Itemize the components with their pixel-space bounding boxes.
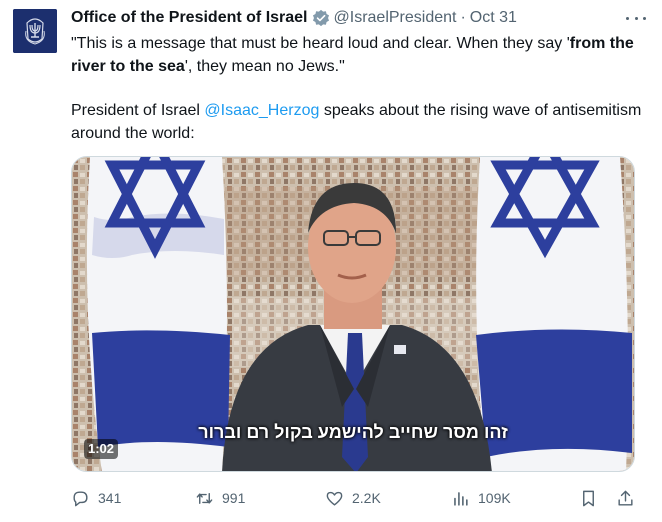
views-button[interactable]: 109K xyxy=(451,489,511,508)
video-subtitle: זהו מסר שחייב להישמע בקול רם וברור xyxy=(198,422,508,442)
like-button[interactable]: 2.2K xyxy=(325,489,381,508)
like-count: 2.2K xyxy=(352,490,381,506)
tweet-text: "This is a message that must be heard lo… xyxy=(71,32,650,145)
reply-button[interactable]: 341 xyxy=(71,489,121,508)
tweet-description: President of Israel @Isaac_Herzog speaks… xyxy=(71,102,642,142)
mention-link[interactable]: @Isaac_Herzog xyxy=(204,102,319,119)
views-chart-icon xyxy=(454,491,468,506)
separator-dot: · xyxy=(460,9,466,26)
avatar[interactable] xyxy=(13,9,57,53)
tweet-header: Office of the President of Israel @Israe… xyxy=(71,6,650,30)
tweet-actions: 341 991 2.2K 109K xyxy=(71,484,635,512)
author-name[interactable]: Office of the President of Israel xyxy=(71,9,308,27)
menorah-emblem-icon xyxy=(13,9,57,53)
heart-icon xyxy=(326,491,343,506)
tweet-quote: "This is a message that must be heard lo… xyxy=(71,35,634,75)
tweet-body: Office of the President of Israel @Israe… xyxy=(71,6,650,145)
gray-verified-badge-icon[interactable] xyxy=(312,9,330,27)
video-duration: 1:02 xyxy=(84,439,119,459)
retweet-icon xyxy=(196,492,213,504)
reply-icon xyxy=(73,490,88,506)
video-player[interactable]: זהו מסר שחייב להישמע בקול רם וברור 1:02 xyxy=(71,156,635,472)
reply-count: 341 xyxy=(98,490,122,506)
tweet[interactable]: Office of the President of Israel @Israe… xyxy=(0,0,662,522)
retweet-button[interactable]: 991 xyxy=(195,489,245,508)
author-handle[interactable]: @IsraelPresident xyxy=(334,9,457,27)
bookmark-button[interactable] xyxy=(579,489,598,508)
more-options-icon[interactable] xyxy=(626,10,646,26)
bookmark-icon xyxy=(583,490,594,506)
retweet-count: 991 xyxy=(222,490,246,506)
view-count: 109K xyxy=(478,490,511,506)
tweet-date[interactable]: Oct 31 xyxy=(470,9,517,27)
share-button[interactable] xyxy=(616,489,635,508)
share-icon xyxy=(618,490,633,506)
